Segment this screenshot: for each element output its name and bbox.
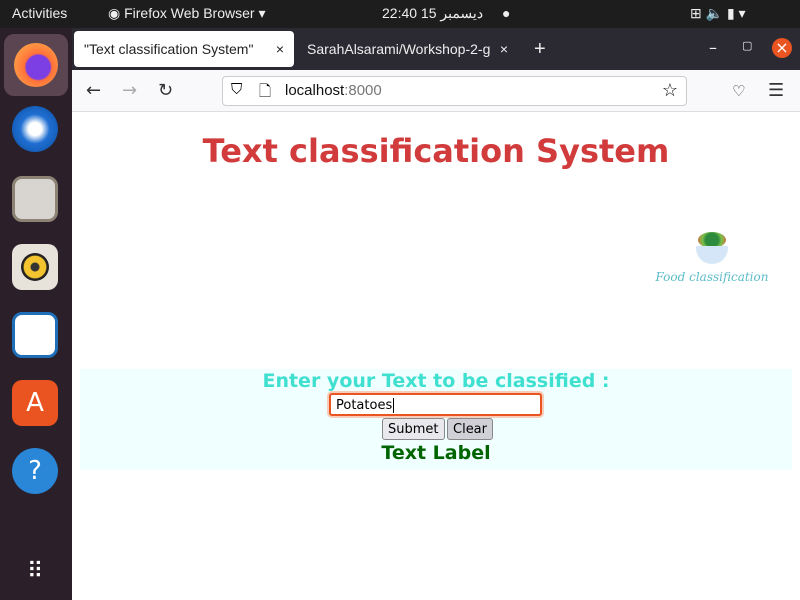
system-top-bar: Activities ◉ Firefox Web Browser ▾ 22:40… xyxy=(0,0,800,28)
submit-button[interactable]: Submet xyxy=(382,418,445,440)
tab-text-classification[interactable]: "Text classification System" × xyxy=(74,31,294,67)
classification-form: Enter your Text to be classified : Potat… xyxy=(80,369,792,470)
new-tab-button[interactable]: + xyxy=(524,31,546,67)
minimize-button[interactable]: – xyxy=(709,38,717,57)
prompt-label: Enter your Text to be classified : xyxy=(262,370,610,392)
firefox-icon: ◉ xyxy=(108,5,125,21)
system-indicators[interactable]: ⊞ 🔈 ▮ ▾ xyxy=(690,5,746,22)
notification-dot-icon: ● xyxy=(502,5,511,21)
shield-icon[interactable]: ⛉ xyxy=(231,81,242,98)
reload-icon[interactable]: ↻ xyxy=(158,80,173,101)
page-icon: 🗋 xyxy=(259,83,272,100)
page-title: Text classification System xyxy=(202,132,670,170)
tab-label: "Text classification System" xyxy=(84,41,254,57)
bookmark-star-icon[interactable]: ☆ xyxy=(662,80,678,101)
ubuntu-software-icon[interactable]: A xyxy=(12,380,58,426)
back-icon[interactable]: ← xyxy=(86,80,101,101)
menu-icon[interactable]: ☰ xyxy=(768,80,784,101)
tab-github[interactable]: SarahAlsarami/Workshop-2-g × xyxy=(297,31,512,67)
files-icon[interactable] xyxy=(12,176,58,222)
help-icon[interactable]: ? xyxy=(12,448,58,494)
activities-button[interactable]: Activities xyxy=(12,5,67,21)
forward-icon[interactable]: → xyxy=(122,80,137,101)
tab-label: SarahAlsarami/Workshop-2-g xyxy=(307,41,491,57)
app-menu-label: Firefox Web Browser ▾ xyxy=(124,5,266,21)
salad-bowl-icon xyxy=(696,230,728,266)
url-text: localhost:8000 xyxy=(285,82,382,99)
tab-bar: "Text classification System" × SarahAlsa… xyxy=(72,28,800,70)
firefox-app-menu[interactable]: ◉ Firefox Web Browser ▾ xyxy=(108,5,265,22)
close-tab-icon[interactable]: × xyxy=(500,41,508,57)
show-applications-icon[interactable]: ⠿ xyxy=(12,548,58,594)
pocket-icon[interactable]: ♡ xyxy=(732,82,745,100)
dock: A ? ⠿ xyxy=(0,28,72,600)
clear-button[interactable]: Clear xyxy=(447,418,493,440)
navigation-bar: ← → ↻ ⛉ 🗋 localhost:8000 ☆ ♡ ☰ xyxy=(72,70,800,112)
close-tab-icon[interactable]: × xyxy=(276,41,284,57)
rhythmbox-icon[interactable] xyxy=(12,244,58,290)
clock[interactable]: 22:40 15 ديسمبر xyxy=(382,5,483,22)
maximize-button[interactable]: ▢ xyxy=(742,39,752,52)
result-label: Text Label xyxy=(381,442,491,464)
url-bar[interactable]: ⛉ 🗋 localhost:8000 ☆ xyxy=(222,76,687,106)
close-window-button[interactable]: × xyxy=(772,38,792,58)
text-input[interactable]: Potatoes xyxy=(329,393,542,416)
firefox-icon[interactable] xyxy=(4,34,68,96)
page-content: Text classification System Food classifi… xyxy=(72,112,800,600)
thunderbird-icon[interactable] xyxy=(12,106,58,152)
food-classification-logo: Food classification xyxy=(652,230,772,284)
libreoffice-writer-icon[interactable] xyxy=(12,312,58,358)
